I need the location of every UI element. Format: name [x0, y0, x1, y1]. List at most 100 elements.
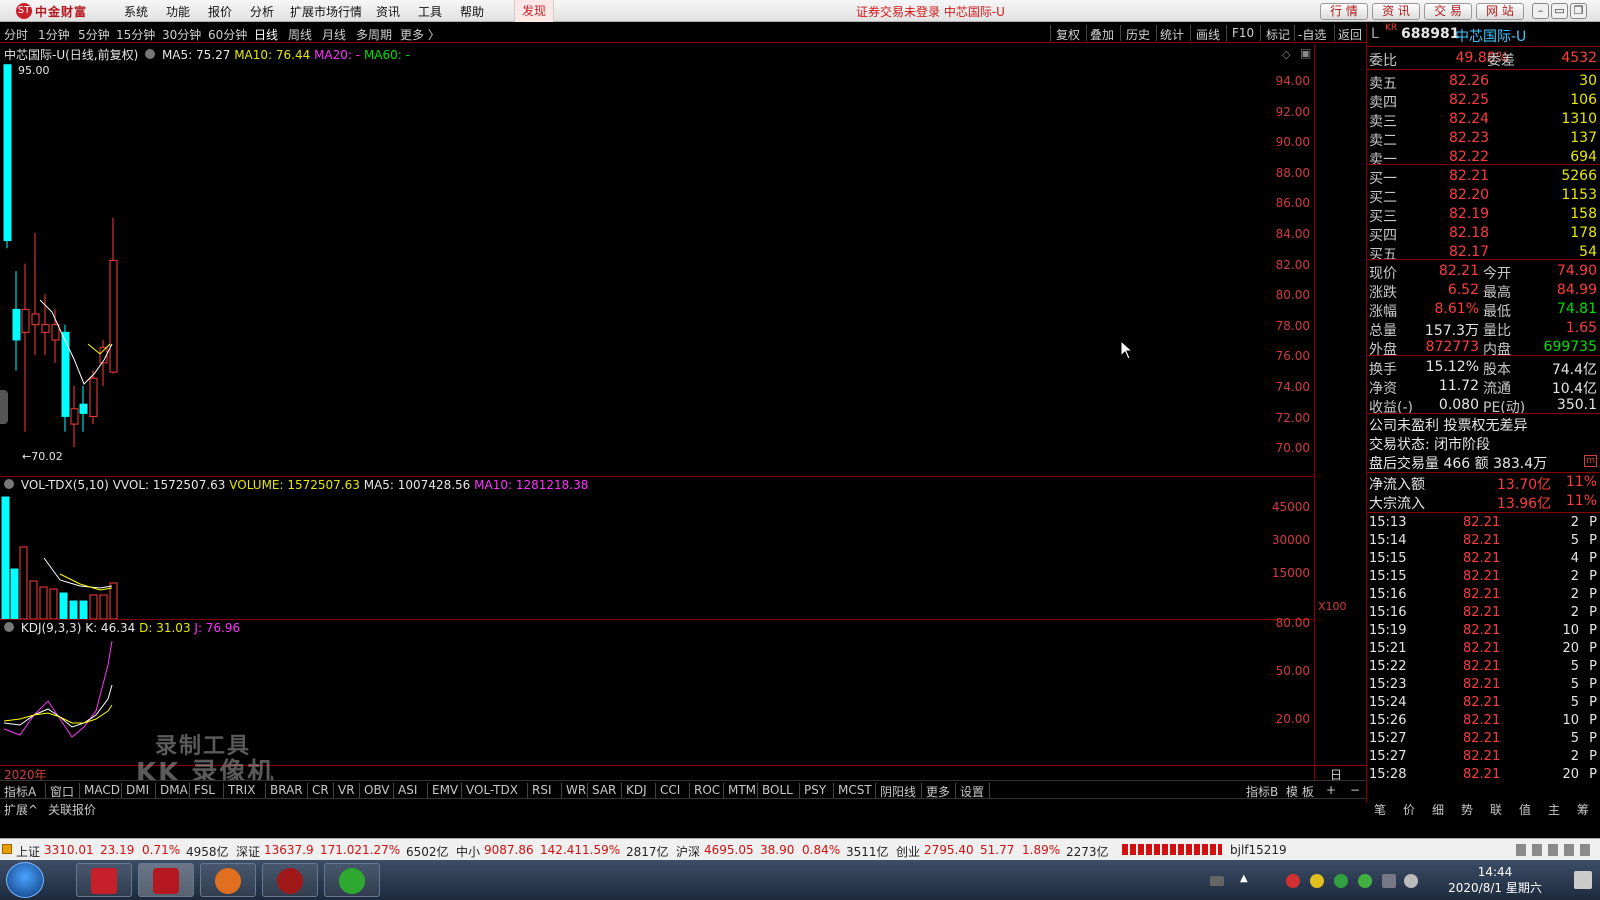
minimize-icon[interactable]: –	[1532, 3, 1549, 19]
bid-row[interactable]: 买二 82.20 1153	[1367, 186, 1600, 206]
trade-button[interactable]: 交 易	[1424, 3, 1472, 20]
tick-row[interactable]: 15:27 82.21 5 P	[1367, 730, 1600, 749]
bid-row[interactable]: 买一 82.21 5266	[1367, 167, 1600, 187]
tick-row[interactable]: 15:13 82.21 2 P	[1367, 514, 1600, 533]
tool-history[interactable]: 历史	[1126, 26, 1150, 43]
period-monthly[interactable]: 月线	[322, 26, 346, 43]
period-timeshare[interactable]: 分时	[4, 26, 28, 43]
tray-app-icon[interactable]	[1286, 874, 1300, 888]
tick-row[interactable]: 15:14 82.21 5 P	[1367, 532, 1600, 551]
indicator-tab[interactable]: SAR	[592, 783, 616, 797]
indicator-tab[interactable]: PSY	[804, 783, 826, 797]
menu-help[interactable]: 帮助	[460, 3, 484, 20]
period-1min[interactable]: 1分钟	[38, 26, 70, 43]
detail-tab[interactable]: 价	[1403, 801, 1415, 818]
indicator-tab[interactable]: KDJ	[626, 783, 647, 797]
news-button[interactable]: 资 讯	[1372, 3, 1420, 20]
detail-tab[interactable]: 细	[1432, 801, 1444, 818]
indicator-tab[interactable]: DMA	[160, 783, 188, 797]
detail-icon[interactable]: m	[1584, 455, 1597, 467]
menu-discover[interactable]: 发现	[514, 0, 554, 22]
side-drawer-handle[interactable]	[0, 390, 8, 424]
menu-extended-market[interactable]: 扩展市场行情	[290, 3, 362, 20]
index-name[interactable]: 沪深	[676, 843, 700, 860]
indicator-tab[interactable]: WR	[566, 783, 586, 797]
bid-row[interactable]: 买三 82.19 158	[1367, 205, 1600, 225]
tick-row[interactable]: 15:15 82.21 4 P	[1367, 550, 1600, 569]
tick-row[interactable]: 15:16 82.21 2 P	[1367, 586, 1600, 605]
period-5min[interactable]: 5分钟	[78, 26, 110, 43]
ask-row[interactable]: 卖五 82.26 30	[1367, 72, 1600, 92]
menu-quote[interactable]: 报价	[208, 3, 232, 20]
detail-tab[interactable]: 笔	[1374, 801, 1386, 818]
index-name[interactable]: 上证	[16, 843, 40, 860]
tick-row[interactable]: 15:28 82.21 20 P	[1367, 766, 1600, 785]
tick-row[interactable]: 15:23 82.21 5 P	[1367, 676, 1600, 695]
volume-icon[interactable]	[1404, 874, 1418, 888]
tick-row[interactable]: 15:24 82.21 5 P	[1367, 694, 1600, 713]
indicator-tab[interactable]: MACD	[84, 783, 120, 797]
indicator-tab[interactable]: CR	[312, 783, 329, 797]
indicator-tab[interactable]: MTM	[728, 783, 756, 797]
indicator-tab[interactable]: ASI	[398, 783, 417, 797]
ask-row[interactable]: 卖四 82.25 106	[1367, 91, 1600, 111]
detail-tab[interactable]: 筹	[1577, 801, 1589, 818]
menu-analysis[interactable]: 分析	[250, 3, 274, 20]
tray-refresh-icon[interactable]	[1358, 874, 1372, 888]
taskbar-app-cards[interactable]	[76, 863, 132, 897]
tick-row[interactable]: 15:19 82.21 10 P	[1367, 622, 1600, 641]
detail-tab[interactable]: 联	[1490, 801, 1502, 818]
indicator-tab[interactable]: OBV	[364, 783, 390, 797]
market-button[interactable]: 行 情	[1320, 3, 1368, 20]
taskbar-app-zjcf[interactable]	[138, 863, 194, 897]
tool-statistics[interactable]: 统计	[1160, 26, 1184, 43]
network-icon[interactable]	[1382, 874, 1396, 888]
tick-row[interactable]: 15:27 82.21 2 P	[1367, 748, 1600, 767]
system-clock[interactable]: 14:44 2020/8/1 星期六	[1440, 864, 1550, 896]
period-weekly[interactable]: 周线	[288, 26, 312, 43]
detail-tab[interactable]: 值	[1519, 801, 1531, 818]
tool-mark[interactable]: 标记	[1266, 26, 1290, 43]
menu-tools[interactable]: 工具	[418, 3, 442, 20]
shield-icon[interactable]	[1334, 874, 1348, 888]
indicator-tab[interactable]: BRAR	[270, 783, 303, 797]
tick-row[interactable]: 15:16 82.21 2 P	[1367, 604, 1600, 623]
tool-back[interactable]: 返回	[1338, 26, 1362, 43]
tick-row[interactable]: 15:26 82.21 10 P	[1367, 712, 1600, 731]
index-name[interactable]: 中小	[456, 843, 480, 860]
period-more[interactable]: 更多 〉	[400, 26, 440, 43]
menu-info[interactable]: 资讯	[376, 3, 400, 20]
indicator-tab[interactable]: EMV	[432, 783, 458, 797]
tool-draw[interactable]: 画线	[1196, 26, 1220, 43]
indicator-right-tab[interactable]: +	[1326, 783, 1336, 797]
indicator-tab[interactable]: TRIX	[228, 783, 255, 797]
ask-row[interactable]: 卖三 82.24 1310	[1367, 110, 1600, 130]
tick-row[interactable]: 15:22 82.21 5 P	[1367, 658, 1600, 677]
maximize-icon[interactable]: ❐	[1570, 3, 1587, 19]
index-name[interactable]: 深证	[236, 843, 260, 860]
period-daily[interactable]: 日线	[254, 26, 278, 43]
tool-overlay[interactable]: 叠加	[1090, 26, 1114, 43]
tick-row[interactable]: 15:15 82.21 2 P	[1367, 568, 1600, 587]
period-60min[interactable]: 60分钟	[208, 26, 247, 43]
taskbar-app-face[interactable]	[200, 863, 256, 897]
menu-system[interactable]: 系统	[124, 3, 148, 20]
restore-icon[interactable]: ▭	[1551, 3, 1568, 19]
tray-plus-icon[interactable]	[1310, 874, 1324, 888]
taskbar-app-browser[interactable]	[324, 863, 380, 897]
indicator-tab[interactable]: BOLL	[762, 783, 793, 797]
indicator-tab[interactable]: VOL-TDX	[466, 783, 518, 797]
indicator-right-tab[interactable]: −	[1350, 783, 1360, 797]
keyboard-icon[interactable]	[1210, 876, 1224, 886]
indicator-tab[interactable]: ROC	[694, 783, 720, 797]
ticker-menu-icon[interactable]	[2, 844, 12, 854]
indicator-tab[interactable]: MCST	[838, 783, 872, 797]
indicator-tab[interactable]: VR	[338, 783, 355, 797]
action-center-icon[interactable]	[1574, 871, 1592, 889]
tray-expand-icon[interactable]: ▲	[1240, 873, 1254, 887]
period-15min[interactable]: 15分钟	[116, 26, 155, 43]
expand-tab[interactable]: 扩展^	[4, 801, 38, 818]
bid-row[interactable]: 买四 82.18 178	[1367, 224, 1600, 244]
website-button[interactable]: 网 站	[1476, 3, 1524, 20]
period-multi[interactable]: 多周期	[356, 26, 392, 43]
